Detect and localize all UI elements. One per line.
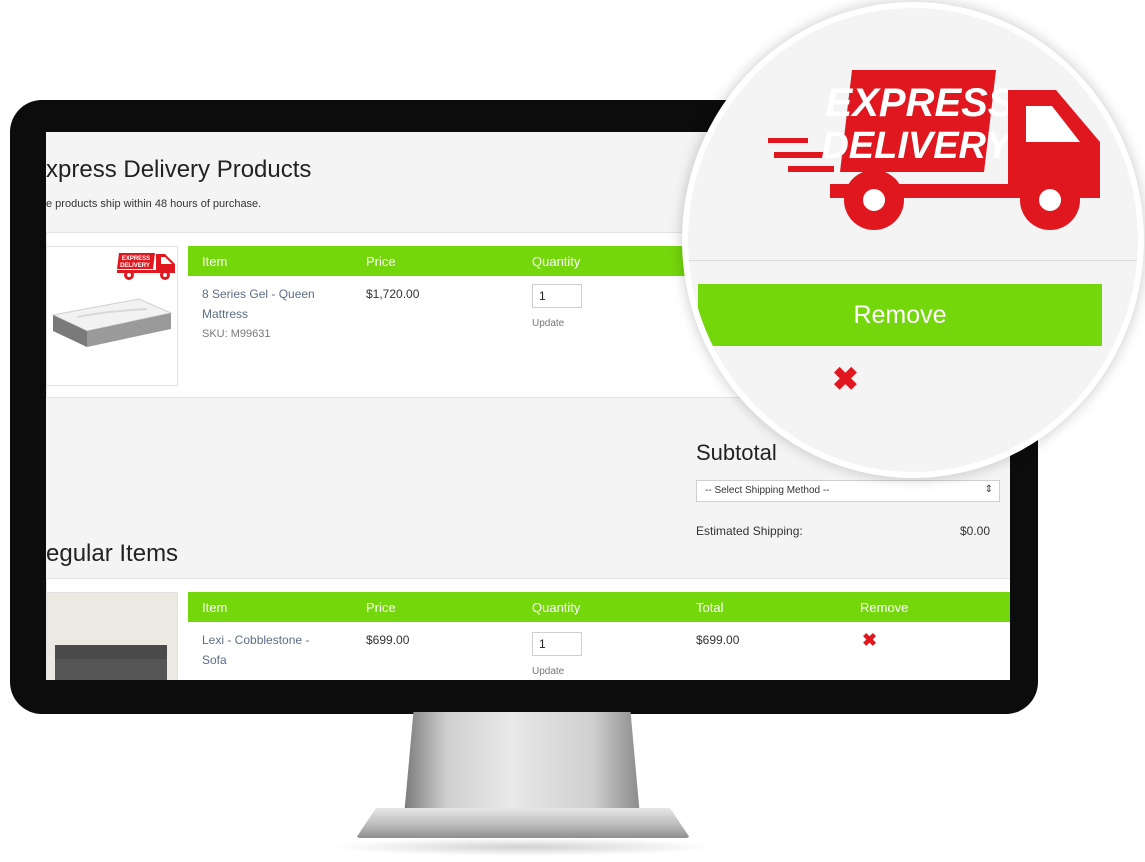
express-delivery-badge-icon: EXPRESS DELIVERY bbox=[117, 253, 175, 280]
item-name-line1[interactable]: Lexi - Cobblestone - bbox=[202, 630, 309, 650]
column-header-price: Price bbox=[366, 254, 396, 269]
regular-item-price: $699.00 bbox=[366, 633, 410, 647]
sofa-thumbnail[interactable] bbox=[46, 592, 178, 680]
remove-button[interactable]: Remove bbox=[698, 284, 1102, 346]
regular-quantity-input[interactable]: 1 bbox=[532, 632, 582, 656]
express-delivery-truck-icon: EXPRESS DELIVERY bbox=[768, 70, 1100, 230]
column-header-item: Item bbox=[202, 600, 228, 615]
svg-text:EXPRESS: EXPRESS bbox=[826, 81, 1015, 125]
column-header-item: Item bbox=[202, 254, 228, 269]
zoom-divider bbox=[688, 260, 1138, 261]
express-item-price: $1,720.00 bbox=[366, 287, 420, 301]
mattress-thumbnail[interactable]: EXPRESS DELIVERY bbox=[46, 246, 178, 386]
svg-text:DELIVERY: DELIVERY bbox=[821, 125, 1014, 167]
shipping-method-value: -- Select Shipping Method -- bbox=[705, 485, 830, 496]
estimated-shipping-value: $0.00 bbox=[960, 524, 991, 538]
express-section-subtitle: e products ship within 48 hours of purch… bbox=[46, 198, 262, 210]
regular-item-total: $699.00 bbox=[696, 633, 740, 647]
column-header-price: Price bbox=[366, 600, 396, 615]
express-section-title: xpress Delivery Products bbox=[46, 156, 312, 183]
column-header-quantity: Quantity bbox=[532, 254, 581, 269]
svg-text:DELIVERY: DELIVERY bbox=[120, 263, 150, 269]
regular-table-header: Item Price Quantity Total Remove bbox=[188, 592, 1010, 622]
svg-text:EXPRESS: EXPRESS bbox=[122, 256, 150, 262]
item-sku: SKU: M99631 bbox=[202, 328, 271, 340]
express-quantity-input[interactable]: 1 bbox=[532, 284, 582, 308]
item-name-line2[interactable]: Mattress bbox=[202, 304, 315, 324]
close-icon[interactable]: ✖ bbox=[832, 360, 859, 398]
express-update-link[interactable]: Update bbox=[532, 318, 564, 329]
select-arrows-icon: ⇕ bbox=[984, 484, 993, 495]
monitor-base bbox=[356, 808, 690, 838]
express-item-name[interactable]: 8 Series Gel - Queen Mattress SKU: M9963… bbox=[202, 284, 315, 344]
regular-item-name[interactable]: Lexi - Cobblestone - Sofa bbox=[202, 630, 309, 670]
column-header-quantity: Quantity bbox=[532, 600, 581, 615]
subtotal-heading: Subtotal bbox=[696, 440, 777, 465]
zoom-magnifier: EXPRESS DELIVERY Remove ✖ bbox=[682, 2, 1144, 478]
column-header-remove: Remove bbox=[860, 600, 909, 615]
shipping-method-select[interactable]: -- Select Shipping Method -- ⇕ bbox=[696, 480, 1000, 502]
regular-update-link[interactable]: Update bbox=[532, 666, 564, 677]
regular-section-title: egular Items bbox=[46, 540, 179, 567]
column-header-total: Total bbox=[696, 600, 724, 615]
item-name-line1[interactable]: 8 Series Gel - Queen bbox=[202, 284, 315, 304]
estimated-shipping-label: Estimated Shipping: bbox=[696, 524, 803, 538]
close-icon[interactable]: ✖ bbox=[862, 630, 877, 651]
monitor-neck bbox=[404, 712, 640, 816]
item-name-line2[interactable]: Sofa bbox=[202, 650, 309, 670]
monitor-shadow bbox=[330, 838, 716, 856]
